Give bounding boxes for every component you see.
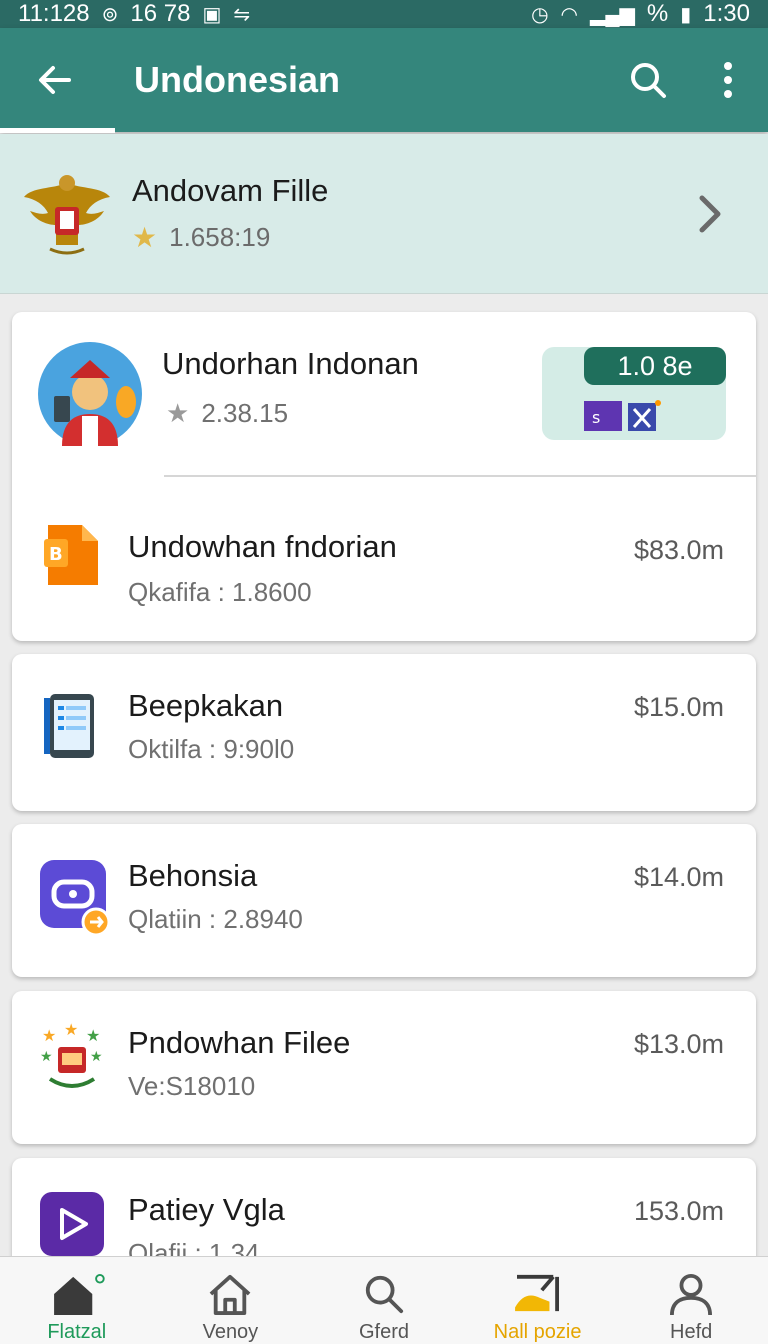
svg-text:★: ★ [42, 1026, 56, 1045]
status-extra: 16 78 [130, 0, 191, 27]
item-name: Beepkakan [128, 688, 284, 723]
profile-icon [670, 1273, 713, 1315]
svg-text:s: s [592, 408, 600, 427]
item-name: Patiey Vgla [128, 1192, 285, 1227]
video-app-icon [40, 860, 111, 937]
back-arrow-icon [39, 66, 71, 94]
nav-search[interactable]: Gferd [307, 1257, 461, 1344]
more-vert-icon [724, 62, 732, 98]
nav-label: Nall pozie [493, 1321, 582, 1343]
page-title: Undonesian [134, 59, 341, 100]
back-button[interactable] [0, 28, 110, 132]
star-icon: ★ [132, 222, 158, 253]
search-button[interactable] [608, 28, 688, 132]
list-item[interactable]: Beepkakan Oktilfa : 9:90l0 $15.0m [12, 654, 756, 811]
home-outline-icon [210, 1274, 251, 1315]
featured-rating: ★ 1.658:19 [132, 221, 680, 254]
list-item[interactable]: B Undowhan fndorian Qkafifa : 1.8600 $83… [12, 477, 756, 641]
nav-updates[interactable]: Nall pozie [461, 1257, 615, 1344]
star-icon: ★ [166, 398, 190, 428]
nav-label: Hefd [670, 1321, 713, 1343]
featured-rating-value: 1.658:19 [169, 222, 271, 252]
svg-text:★: ★ [90, 1049, 103, 1065]
item-price: $13.0m [633, 1029, 724, 1059]
svg-text:B: B [49, 544, 63, 565]
item-subtitle: Qlatiin : 2.8940 [128, 904, 303, 934]
avatar-icon [38, 342, 142, 446]
tab-indicator [0, 128, 115, 133]
nav-home[interactable]: Flatzal [0, 1257, 154, 1344]
item-price: $15.0m [633, 692, 724, 722]
svg-text:★: ★ [64, 1023, 78, 1039]
item-subtitle: Ve:S18010 [128, 1071, 256, 1101]
item-price: 153.0m [633, 1196, 724, 1226]
app-card: ★ ★ ★ ★ ★ Pndowhan Filee Ve:S18010 $13.0… [12, 991, 756, 1144]
svg-text:★: ★ [40, 1049, 53, 1065]
app-card: Behonsia Qlatiin : 2.8940 $14.0m [12, 824, 756, 977]
featured-open-button[interactable] [680, 184, 740, 244]
featured-name: Andovam Fille [132, 173, 329, 208]
home-icon [53, 1273, 105, 1315]
version-badge: 1.0 8e [584, 347, 726, 385]
svg-text:★: ★ [86, 1026, 100, 1045]
item-price: $14.0m [633, 862, 724, 892]
alarm-icon: ⊚ [101, 3, 119, 26]
emblem-stars-icon: ★ ★ ★ ★ ★ [40, 1023, 103, 1088]
signal-icon: ▂▄▆ [589, 3, 635, 26]
item-rating: ★ 2.38.15 [166, 398, 288, 429]
overflow-menu-button[interactable] [688, 28, 768, 132]
list-item[interactable]: Behonsia Qlatiin : 2.8940 $14.0m [12, 824, 756, 977]
timer-icon: ◷ [531, 3, 549, 26]
item-subtitle: Qkafifa : 1.8600 [128, 577, 312, 607]
list-item[interactable]: ★ ★ ★ ★ ★ Pndowhan Filee Ve:S18010 $13.0… [12, 991, 756, 1144]
nav-profile[interactable]: Hefd [614, 1257, 768, 1344]
nav-label: Gferd [358, 1321, 409, 1343]
app-bar: Undonesian [0, 28, 768, 132]
tablet-app-icon [44, 694, 94, 758]
document-b-icon: B [44, 525, 98, 585]
updates-icon [514, 1274, 559, 1312]
nav-label: Venoy [202, 1321, 259, 1343]
item-name: Undorhan Indonan [162, 346, 419, 381]
app-card: Beepkakan Oktilfa : 9:90l0 $15.0m [12, 654, 756, 811]
cast-icon: ⇋ [233, 3, 251, 26]
list-item[interactable]: Patiey Vgla Qlafii : 1.34 153.0m [12, 1158, 756, 1268]
wifi-icon: ◠ [560, 3, 578, 26]
app-card: Undorhan Indonan ★ 2.38.15 1.0 8e s B Un… [12, 312, 756, 641]
battery-percent: % [646, 0, 669, 27]
battery-icon: ▮ [680, 3, 692, 26]
list-item[interactable]: Undorhan Indonan ★ 2.38.15 1.0 8e s [12, 312, 756, 477]
status-bar: 11:128 ⊚ 16 78 ▣ ⇋ ◷ ◠ ▂▄▆ % ▮ 1:30 [0, 0, 768, 28]
item-name: Behonsia [128, 858, 258, 893]
chevron-right-icon [699, 195, 721, 232]
item-name: Undowhan fndorian [128, 529, 397, 564]
item-subtitle: Oktilfa : 9:90l0 [128, 734, 295, 764]
platform-icons: s [584, 400, 661, 431]
video-play-icon [40, 1192, 104, 1256]
version-badge-box[interactable]: 1.0 8e s [542, 347, 726, 440]
item-rating-value: 2.38.15 [201, 398, 289, 428]
nav-label: Flatzal [47, 1321, 107, 1343]
search-icon [631, 63, 666, 98]
item-price: $83.0m [633, 535, 724, 565]
status-time-left: 11:128 [18, 0, 90, 27]
item-name: Pndowhan Filee [128, 1025, 351, 1060]
notification-icon: ▣ [202, 3, 222, 26]
search-icon [365, 1275, 404, 1314]
nav-home-outline[interactable]: Venoy [154, 1257, 308, 1344]
garuda-emblem-icon [24, 174, 110, 254]
status-time: 1:30 [703, 0, 750, 27]
bottom-nav: Flatzal Venoy Gferd Nall pozie Hefd [0, 1256, 768, 1344]
app-card: Patiey Vgla Qlafii : 1.34 153.0m [12, 1158, 756, 1268]
featured-item[interactable]: Andovam Fille ★ 1.658:19 [0, 134, 768, 294]
